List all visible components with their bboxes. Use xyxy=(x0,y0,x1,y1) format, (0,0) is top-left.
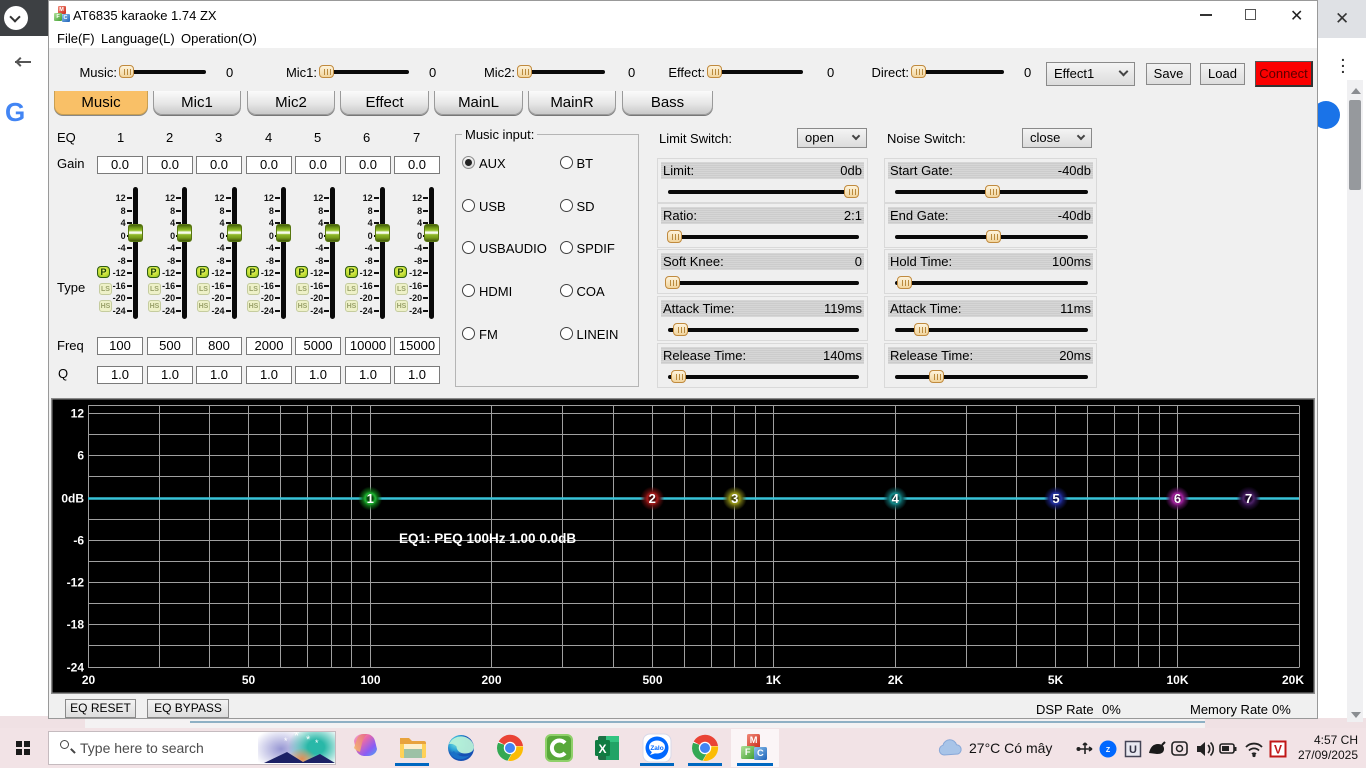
svg-text:2K: 2K xyxy=(888,673,904,687)
svg-text:4: 4 xyxy=(892,491,900,506)
svg-text:20: 20 xyxy=(82,673,96,687)
svg-text:0dB: 0dB xyxy=(61,492,84,506)
svg-text:6: 6 xyxy=(1174,491,1181,506)
svg-text:-18: -18 xyxy=(67,618,85,632)
svg-text:Zalo: Zalo xyxy=(650,745,663,752)
svg-text:20K: 20K xyxy=(1282,673,1304,687)
svg-text:3: 3 xyxy=(731,491,738,506)
svg-text:10K: 10K xyxy=(1166,673,1188,687)
svg-text:1K: 1K xyxy=(766,673,782,687)
svg-text:X: X xyxy=(598,742,606,756)
svg-text:1: 1 xyxy=(367,491,374,506)
svg-text:EQ1: PEQ 100Hz 1.00 0.0dB: EQ1: PEQ 100Hz 1.00 0.0dB xyxy=(399,531,576,546)
svg-text:500: 500 xyxy=(642,673,662,687)
svg-text:V: V xyxy=(1274,743,1282,757)
svg-text:6: 6 xyxy=(77,449,84,463)
svg-text:200: 200 xyxy=(481,673,501,687)
svg-text:Z: Z xyxy=(1106,747,1111,754)
svg-text:-6: -6 xyxy=(73,534,84,548)
svg-text:-12: -12 xyxy=(67,576,85,590)
svg-text:50: 50 xyxy=(242,673,256,687)
svg-text:2: 2 xyxy=(649,491,656,506)
svg-text:7: 7 xyxy=(1245,491,1252,506)
svg-text:12: 12 xyxy=(71,407,85,421)
svg-text:5: 5 xyxy=(1052,491,1059,506)
svg-text:U: U xyxy=(1129,744,1137,756)
svg-text:5K: 5K xyxy=(1048,673,1064,687)
svg-text:100: 100 xyxy=(360,673,380,687)
